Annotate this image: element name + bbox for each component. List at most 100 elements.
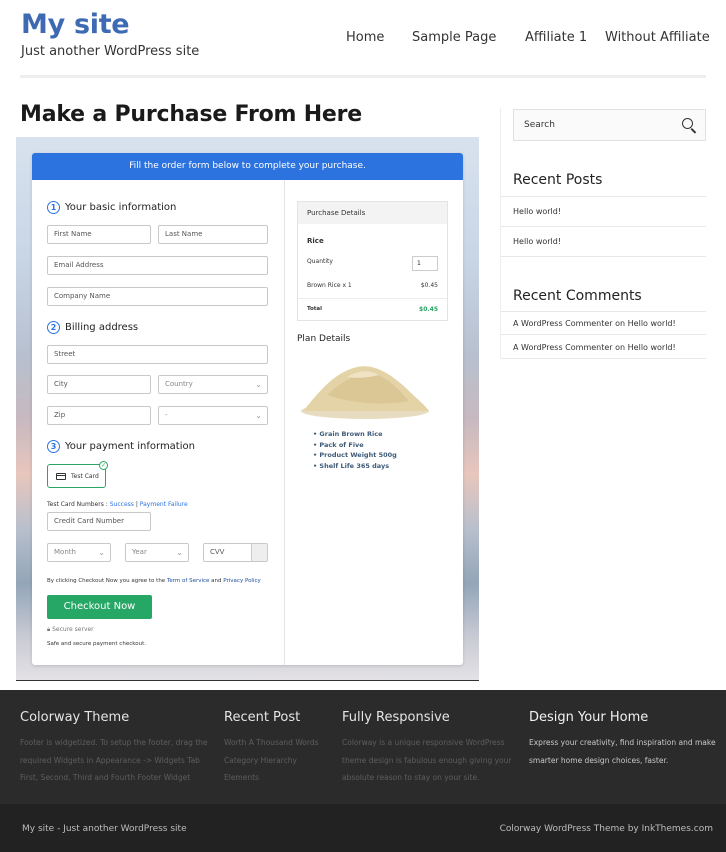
widget-divider xyxy=(501,334,706,335)
step-number: 1 xyxy=(47,201,60,214)
chevron-down-icon: ⌄ xyxy=(255,411,262,420)
comment-post-link[interactable]: Hello world! xyxy=(628,343,676,352)
recent-post-link[interactable]: Hello world! xyxy=(513,207,561,216)
country-select[interactable]: Country ⌄ xyxy=(158,375,268,394)
test-card-numbers: Test Card Numbers : Success | Payment Fa… xyxy=(47,501,188,508)
recent-comment-item: A WordPress Commenter on Hello world! xyxy=(513,343,676,352)
privacy-link[interactable]: Privacy Policy xyxy=(223,578,260,584)
cvv-field[interactable]: CVV xyxy=(203,543,268,562)
comment-author-link[interactable]: A WordPress Commenter xyxy=(513,319,613,328)
footer-site-credit[interactable]: My site - Just another WordPress site xyxy=(22,824,187,834)
step-label: Billing address xyxy=(65,322,139,333)
footer-col3-title: Fully Responsive xyxy=(342,710,450,725)
email-field[interactable]: Email Address xyxy=(47,256,268,275)
secure-server-label: Secure server xyxy=(52,626,94,633)
chevron-down-icon: ⌄ xyxy=(98,548,105,557)
widget-divider xyxy=(501,311,706,312)
footer-line: Footer is widgetized. To setup the foote… xyxy=(20,738,208,747)
state-select-value: - xyxy=(165,411,168,419)
step-number: 2 xyxy=(47,321,60,334)
search-input[interactable]: Search xyxy=(513,109,706,141)
quantity-input[interactable]: 1 xyxy=(412,256,438,271)
product-name: Rice xyxy=(307,237,324,245)
company-field[interactable]: Company Name xyxy=(47,287,268,306)
test-card-label: Test Card xyxy=(71,472,99,480)
total-divider xyxy=(298,298,447,299)
nav-item-home[interactable]: Home xyxy=(346,30,384,45)
plan-feature-item: Product Weight 500g xyxy=(313,450,396,461)
terms-prefix: By clicking Checkout Now you agree to th… xyxy=(47,578,166,584)
widget-divider xyxy=(501,226,706,227)
widget-divider xyxy=(501,256,706,257)
search-placeholder: Search xyxy=(524,120,555,130)
footer-theme-credit[interactable]: Colorway WordPress Theme by InkThemes.co… xyxy=(500,824,713,834)
plan-details-title: Plan Details xyxy=(297,334,351,344)
rice-product-image xyxy=(301,366,429,419)
step-payment-info: 3 Your payment information xyxy=(47,440,195,453)
footer-col2-body: Worth A Thousand Words Category Hierarch… xyxy=(224,734,334,787)
state-select[interactable]: - ⌄ xyxy=(158,406,268,425)
recent-comments-title: Recent Comments xyxy=(513,288,642,304)
secure-note: Safe and secure payment checkout. xyxy=(47,641,146,647)
page-title: Make a Purchase From Here xyxy=(20,102,362,127)
footer-line: theme design is fabulous enough giving y… xyxy=(342,755,512,765)
footer-post-link[interactable]: Worth A Thousand Words xyxy=(224,734,334,752)
first-name-field[interactable]: First Name xyxy=(47,225,151,244)
footer-col1-title: Colorway Theme xyxy=(20,710,130,725)
footer-line: Colorway is a unique responsive WordPres… xyxy=(342,738,505,747)
credit-card-icon xyxy=(56,472,66,480)
footer-col3-body: Colorway is a unique responsive WordPres… xyxy=(342,734,522,787)
footer-post-link[interactable]: Category Hierarchy xyxy=(224,752,334,770)
comment-post-link[interactable]: Hello world! xyxy=(628,319,676,328)
success-link[interactable]: Success xyxy=(110,501,134,508)
cvv-placeholder: CVV xyxy=(210,548,225,556)
plan-feature-item: Grain Brown Rice xyxy=(313,429,397,440)
last-name-field[interactable]: Last Name xyxy=(158,225,268,244)
city-field[interactable]: City xyxy=(47,375,151,394)
terms-link[interactable]: Term of Service xyxy=(167,578,209,584)
footer-line: smarter home design choices, faster. xyxy=(529,755,669,765)
footer-post-link[interactable]: Elements xyxy=(224,769,334,787)
comment-author-link[interactable]: A WordPress Commenter xyxy=(513,343,613,352)
check-icon: ✓ xyxy=(99,461,108,470)
widget-divider xyxy=(501,196,706,197)
step-label: Your payment information xyxy=(65,441,195,452)
secure-server: 🔒︎ Secure server xyxy=(47,626,94,634)
footer-col4-body: Express your creativity, find inspiratio… xyxy=(529,734,724,769)
card-column-divider xyxy=(284,180,285,665)
test-card-option[interactable]: Test Card xyxy=(47,464,106,488)
purchase-details-header: Purchase Details xyxy=(298,202,447,224)
zip-field[interactable]: Zip xyxy=(47,406,151,425)
footer-line: First, Second, Third and Fourth Footer W… xyxy=(20,773,191,782)
nav-item-without-affiliate[interactable]: Without Affiliate xyxy=(605,30,710,45)
footer-col1-body: Footer is widgetized. To setup the foote… xyxy=(20,734,215,787)
year-select[interactable]: Year ⌄ xyxy=(125,543,189,562)
lock-icon: 🔒︎ xyxy=(47,626,51,633)
checkout-button[interactable]: Checkout Now xyxy=(47,595,152,619)
nav-item-affiliate-1[interactable]: Affiliate 1 xyxy=(525,30,587,45)
nav-item-sample-page[interactable]: Sample Page xyxy=(412,30,496,45)
month-select[interactable]: Month ⌄ xyxy=(47,543,111,562)
footer-line: Express your creativity, find inspiratio… xyxy=(529,738,716,747)
search-icon[interactable] xyxy=(682,118,693,129)
primary-nav: Home Sample Page Affiliate 1 Without Aff… xyxy=(0,30,726,50)
street-field[interactable]: Street xyxy=(47,345,268,364)
terms-text: By clicking Checkout Now you agree to th… xyxy=(47,578,261,584)
recent-comment-item: A WordPress Commenter on Hello world! xyxy=(513,319,676,328)
recent-post-link[interactable]: Hello world! xyxy=(513,237,561,246)
sidebar-divider xyxy=(500,108,501,358)
year-select-value: Year xyxy=(132,548,147,556)
footer-col2-title: Recent Post xyxy=(224,710,301,725)
header-divider xyxy=(20,75,706,78)
terms-and: and xyxy=(211,578,222,584)
order-form-banner: Fill the order form below to complete yo… xyxy=(32,153,463,180)
month-select-value: Month xyxy=(54,548,76,556)
payment-failure-link[interactable]: Payment Failure xyxy=(140,501,188,508)
comment-on: on xyxy=(615,319,626,328)
widget-divider xyxy=(501,358,706,359)
chevron-down-icon: ⌄ xyxy=(176,548,183,557)
link-separator: | xyxy=(135,501,138,508)
quantity-label: Quantity xyxy=(307,258,333,265)
total-value: $0.45 xyxy=(419,306,438,313)
card-number-field[interactable]: Credit Card Number xyxy=(47,512,151,531)
